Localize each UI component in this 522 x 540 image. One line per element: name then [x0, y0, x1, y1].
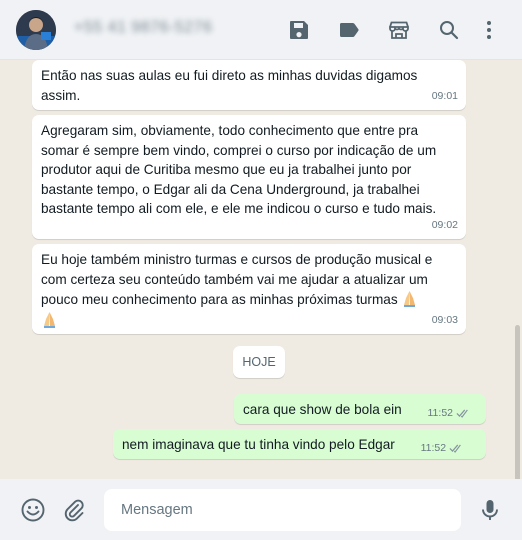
double-check-icon — [456, 406, 470, 426]
save-icon[interactable] — [287, 18, 311, 42]
message-in[interactable]: Então nas suas aulas eu fui direto as mi… — [32, 60, 466, 110]
message-input[interactable]: Mensagem — [104, 489, 461, 531]
folded-hands-emoji-icon — [401, 289, 418, 307]
message-text: cara que show de bola ein — [243, 402, 402, 417]
day-separator: HOJE — [233, 346, 285, 378]
message-text: Agregaram sim, obviamente, todo conhecim… — [41, 123, 437, 216]
message-out[interactable]: cara que show de bola ein 11:52 — [234, 394, 486, 424]
search-icon[interactable] — [437, 18, 461, 42]
chat-header: +55 41 9876-5276 — [0, 0, 522, 60]
label-icon[interactable] — [337, 18, 361, 42]
chat-area[interactable]: Então nas suas aulas eu fui direto as mi… — [0, 60, 522, 479]
message-time: 09:01 — [431, 89, 458, 102]
compose-bar: Mensagem — [0, 479, 522, 540]
contact-avatar[interactable] — [16, 10, 56, 50]
message-time: 09:03 — [431, 313, 458, 326]
microphone-icon[interactable] — [477, 497, 503, 523]
emoji-icon[interactable] — [20, 497, 46, 523]
folded-hands-emoji-icon — [41, 310, 58, 328]
message-out[interactable]: nem imaginava que tu tinha vindo pelo Ed… — [113, 429, 486, 459]
message-time: 11:52 — [428, 404, 471, 426]
store-icon[interactable] — [387, 18, 411, 42]
message-time: 09:02 — [431, 218, 458, 231]
message-text: Então nas suas aulas eu fui direto as mi… — [41, 68, 418, 103]
message-text: Eu hoje também ministro turmas e cursos … — [41, 250, 457, 330]
double-check-icon — [449, 441, 463, 461]
message-time: 11:52 — [421, 439, 464, 461]
menu-icon[interactable] — [477, 18, 501, 42]
message-in[interactable]: Agregaram sim, obviamente, todo conhecim… — [32, 115, 466, 239]
contact-name[interactable]: +55 41 9876-5276 — [74, 19, 212, 37]
attach-icon[interactable] — [61, 497, 87, 523]
message-in[interactable]: Eu hoje também ministro turmas e cursos … — [32, 244, 466, 334]
chat-scrollbar[interactable] — [515, 325, 520, 479]
message-text: nem imaginava que tu tinha vindo pelo Ed… — [122, 437, 395, 452]
